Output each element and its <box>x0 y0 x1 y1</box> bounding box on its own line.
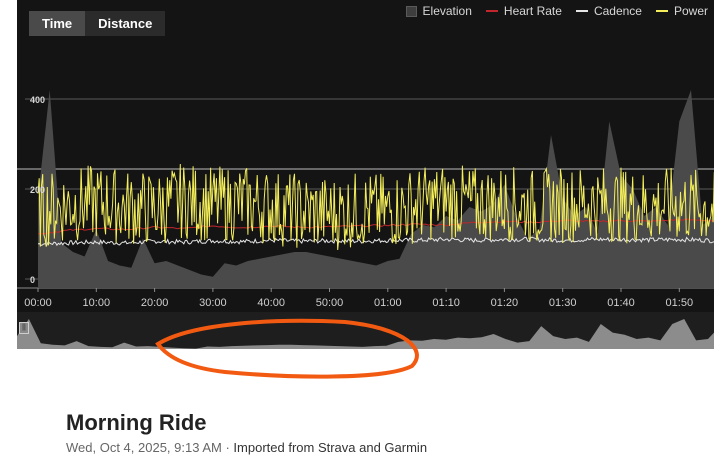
x-tick-label: 30:00 <box>199 297 227 309</box>
elevation-swatch <box>405 5 417 17</box>
x-tick-label: 01:10 <box>432 297 460 309</box>
scrubber-handle[interactable]: || <box>19 322 29 334</box>
left-margin <box>0 0 17 447</box>
legend-item-cadence[interactable]: Cadence <box>575 4 642 18</box>
x-tick-label: 01:50 <box>665 297 694 309</box>
legend-label-heart-rate: Heart Rate <box>503 4 562 18</box>
tab-time[interactable]: Time <box>29 11 86 36</box>
cadence-swatch <box>575 10 588 12</box>
x-tick-label: 10:00 <box>82 297 111 309</box>
x-tick-label: 50:00 <box>315 297 344 309</box>
legend-item-heart-rate[interactable]: Heart Rate <box>485 4 562 18</box>
activity-chart-panel[interactable]: Time Distance Elevation Heart Rate Caden… <box>17 0 714 349</box>
chart-legend: Elevation Heart Rate Cadence Power <box>405 4 708 18</box>
activity-streams-chart[interactable] <box>17 0 714 312</box>
x-tick-label: 01:40 <box>607 297 635 309</box>
activity-meta: Wed, Oct 4, 2025, 9:13 AM · Imported fro… <box>66 440 427 455</box>
x-tick-label: 40:00 <box>257 297 285 309</box>
x-tick-label: 01:00 <box>374 297 402 309</box>
activity-title: Morning Ride <box>66 410 207 435</box>
legend-label-power: Power <box>673 4 708 18</box>
heart-rate-swatch <box>485 10 498 12</box>
x-tick-label: 00:00 <box>24 297 52 309</box>
y-tick-200: 200 <box>30 185 46 195</box>
x-tick-label: 01:20 <box>490 297 519 309</box>
power-swatch <box>655 10 668 12</box>
legend-item-elevation[interactable]: Elevation <box>405 4 472 18</box>
tab-distance[interactable]: Distance <box>85 11 166 36</box>
legend-label-elevation: Elevation <box>422 4 472 18</box>
overview-scrubber[interactable] <box>17 312 714 349</box>
legend-item-power[interactable]: Power <box>655 4 708 18</box>
y-tick-0: 0 <box>30 275 36 285</box>
activity-date: Wed, Oct 4, 2025, 9:13 AM <box>66 440 222 455</box>
meta-separator: · <box>221 440 234 455</box>
y-tick-400: 400 <box>30 95 46 105</box>
x-tick-label: 20:00 <box>140 297 169 309</box>
import-source-link[interactable]: Imported from Strava and Garmin <box>233 440 427 455</box>
legend-label-cadence: Cadence <box>593 4 642 18</box>
chart-mode-tabs: Time Distance <box>29 11 166 36</box>
x-tick-label: 01:30 <box>548 297 577 309</box>
